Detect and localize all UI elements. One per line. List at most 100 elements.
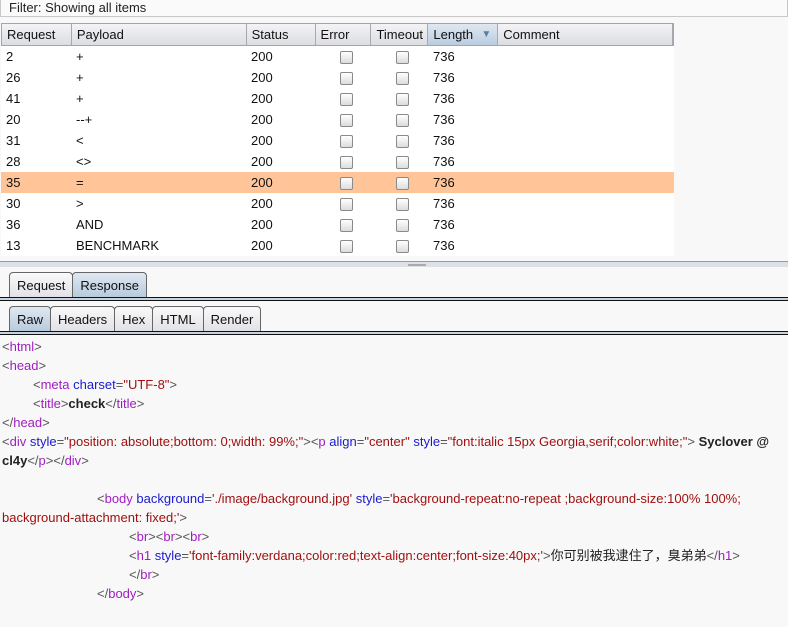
timeout-checkbox[interactable] xyxy=(396,51,409,65)
error-checkbox[interactable] xyxy=(340,198,353,212)
tab-separator xyxy=(0,331,788,335)
timeout-checkbox[interactable] xyxy=(396,135,409,149)
tag-name: body xyxy=(108,586,137,601)
text-content: Syclover @ xyxy=(694,434,770,449)
table-row[interactable]: 41 +200 736 xyxy=(1,88,674,109)
tab-html[interactable]: HTML xyxy=(152,306,204,332)
table-row[interactable]: 35 = 200 736 xyxy=(1,172,674,193)
column-label: Timeout xyxy=(376,27,423,42)
cell-length: 736 xyxy=(433,217,455,232)
attribute-name: style xyxy=(355,491,383,506)
punctuation: </ xyxy=(706,548,718,563)
table-row[interactable]: 31 <200 736 xyxy=(1,130,674,151)
column-header-request[interactable]: Request xyxy=(2,24,72,45)
table-row[interactable]: 36 AND 200 736 xyxy=(1,214,674,235)
punctuation: </ xyxy=(27,453,39,468)
timeout-checkbox[interactable] xyxy=(396,198,409,212)
tab-render[interactable]: Render xyxy=(202,306,262,332)
error-checkbox[interactable] xyxy=(340,93,353,107)
tab-hex[interactable]: Hex xyxy=(114,306,154,332)
tab-response[interactable]: Response xyxy=(72,272,147,298)
punctuation: > xyxy=(201,529,210,544)
cell-comment xyxy=(498,109,673,130)
response-raw-view[interactable]: <html> <head> <meta charset="UTF-8"> <title… xyxy=(2,337,788,603)
timeout-checkbox[interactable] xyxy=(396,156,409,170)
table-row[interactable]: 20 --+ 200 736 xyxy=(1,109,674,130)
cell-length: 736 xyxy=(433,196,455,211)
timeout-checkbox[interactable] xyxy=(396,114,409,128)
timeout-checkbox[interactable] xyxy=(396,177,409,191)
timeout-checkbox[interactable] xyxy=(396,93,409,107)
cell-status: 200 xyxy=(251,238,273,253)
column-header-payload[interactable]: Payload xyxy=(72,24,247,45)
error-checkbox[interactable] xyxy=(340,114,353,128)
column-header-status[interactable]: Status xyxy=(247,24,316,45)
tab-headers[interactable]: Headers xyxy=(50,306,116,332)
code-line: background-attachment: fixed;'> xyxy=(2,508,788,527)
punctuation: </ xyxy=(97,586,109,601)
tab-request[interactable]: Request xyxy=(9,272,74,298)
column-label: Comment xyxy=(503,27,560,42)
code-line: </head> xyxy=(2,413,788,432)
grip-handle[interactable] xyxy=(408,264,426,266)
code-line: <body background='./image/background.jpg… xyxy=(2,489,788,508)
table-row[interactable]: 2 +200 736 xyxy=(1,46,674,67)
punctuation: < xyxy=(2,434,10,449)
error-checkbox[interactable] xyxy=(340,156,353,170)
column-header-timeout[interactable]: Timeout xyxy=(371,24,429,45)
tag-name: h1 xyxy=(136,548,152,563)
table-row[interactable]: 26 +200 736 xyxy=(1,67,674,88)
timeout-checkbox[interactable] xyxy=(396,219,409,233)
cell-length: 736 xyxy=(433,238,455,253)
tab-raw[interactable]: Raw xyxy=(9,306,52,332)
tag-name: p xyxy=(38,453,46,468)
cell-payload: BENCHMARK xyxy=(76,238,160,253)
punctuation: < xyxy=(2,339,10,354)
error-checkbox[interactable] xyxy=(340,51,353,65)
column-label: Status xyxy=(251,27,289,42)
attribute-value: "center" xyxy=(364,434,410,449)
cell-status: 200 xyxy=(251,49,273,64)
cell-request: 35 xyxy=(6,175,21,190)
tag-name: head xyxy=(9,358,39,373)
cell-request: 31 xyxy=(6,133,21,148)
punctuation: > xyxy=(136,586,145,601)
cell-timeout xyxy=(371,67,428,88)
filter-bar[interactable]: Filter: Showing all items xyxy=(0,0,788,17)
punctuation: < xyxy=(97,491,105,506)
punctuation: > xyxy=(151,567,160,582)
column-header-length[interactable]: Length ▼ xyxy=(428,24,499,45)
table-row[interactable]: 28 <> 200 736 xyxy=(1,151,674,172)
punctuation: > xyxy=(732,548,740,563)
cell-comment xyxy=(498,88,673,109)
punctuation: > xyxy=(136,396,145,411)
tag-name: div xyxy=(9,434,27,449)
error-checkbox[interactable] xyxy=(340,219,353,233)
error-checkbox[interactable] xyxy=(340,72,353,86)
column-header-error[interactable]: Error xyxy=(316,24,372,45)
cell-request: 26 xyxy=(6,70,21,85)
error-checkbox[interactable] xyxy=(340,240,353,254)
column-header-comment[interactable]: Comment xyxy=(498,24,673,45)
timeout-checkbox[interactable] xyxy=(396,240,409,254)
split-pane-divider[interactable] xyxy=(0,261,788,267)
punctuation: > xyxy=(81,453,89,468)
error-checkbox[interactable] xyxy=(340,135,353,149)
cell-timeout xyxy=(371,109,428,130)
cell-comment xyxy=(498,214,673,235)
punctuation: >< xyxy=(174,529,191,544)
code-line: cl4y</p></div> xyxy=(2,451,788,470)
punctuation: ></ xyxy=(45,453,65,468)
code-line: </br> xyxy=(2,565,788,584)
punctuation: = xyxy=(382,491,391,506)
cell-timeout xyxy=(371,46,428,67)
tag-name: h1 xyxy=(717,548,733,563)
cell-length: 736 xyxy=(433,133,455,148)
cell-request: 2 xyxy=(6,49,14,64)
timeout-checkbox[interactable] xyxy=(396,72,409,86)
cell-comment xyxy=(498,67,673,88)
cell-comment xyxy=(498,130,673,151)
table-row[interactable]: 13 BENCHMARK 200 736 xyxy=(1,235,674,256)
table-row[interactable]: 30 >200 736 xyxy=(1,193,674,214)
error-checkbox[interactable] xyxy=(340,177,353,191)
